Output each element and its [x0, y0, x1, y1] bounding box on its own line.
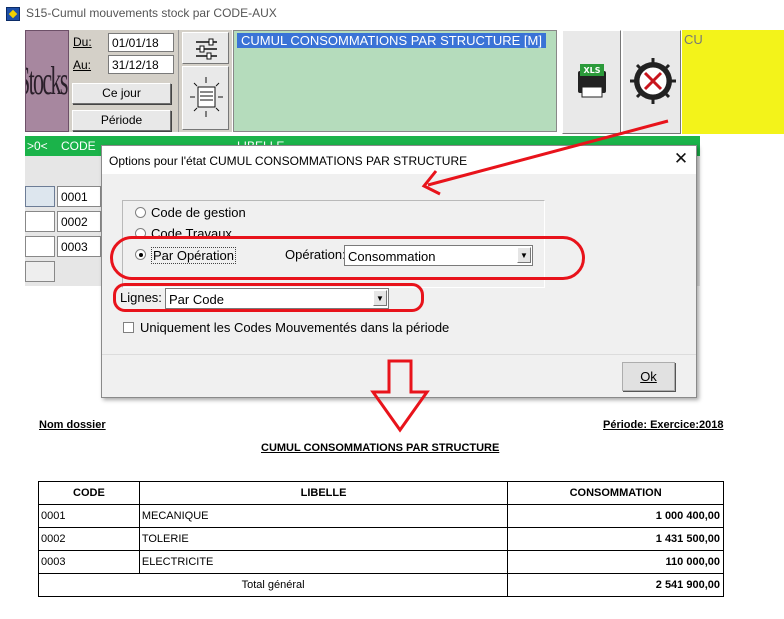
report-total-row: Total général 2 541 900,00: [37, 573, 724, 597]
report-periode: Période: Exercice:2018: [603, 419, 724, 431]
report-col-libelle: LIBELLE: [138, 481, 509, 505]
annotation-arrow-line: [427, 119, 669, 187]
report-col-code: CODE: [38, 481, 140, 505]
report-row: 0003 ELECTRICITE 110 000,00: [38, 550, 724, 574]
report-row: 0002 TOLERIE 1 431 500,00: [38, 527, 724, 551]
report-total-value: 2 541 900,00: [507, 573, 724, 597]
report-header-row: CODE LIBELLE CONSOMMATION: [38, 481, 724, 505]
report-row: 0001 MECANIQUE 1 000 400,00: [38, 504, 724, 528]
report-cell-code: 0001: [38, 504, 140, 528]
report-total-label: Total général: [37, 573, 509, 597]
report-cell-code: 0003: [38, 550, 140, 574]
report-table: CODE LIBELLE CONSOMMATION 0001 MECANIQUE…: [37, 481, 724, 597]
report-col-consommation: CONSOMMATION: [507, 481, 724, 505]
report-cell-libelle: TOLERIE: [138, 527, 509, 551]
report-cell-libelle: MECANIQUE: [138, 504, 509, 528]
annotation-down-arrow: [370, 359, 430, 433]
report-cell-consommation: 1 000 400,00: [507, 504, 724, 528]
report-cell-libelle: ELECTRICITE: [138, 550, 509, 574]
report-nom-dossier: Nom dossier: [39, 419, 106, 431]
report-cell-consommation: 1 431 500,00: [507, 527, 724, 551]
report-cell-code: 0002: [38, 527, 140, 551]
report-title: CUMUL CONSOMMATIONS PAR STRUCTURE: [261, 442, 500, 454]
report-cell-consommation: 110 000,00: [507, 550, 724, 574]
